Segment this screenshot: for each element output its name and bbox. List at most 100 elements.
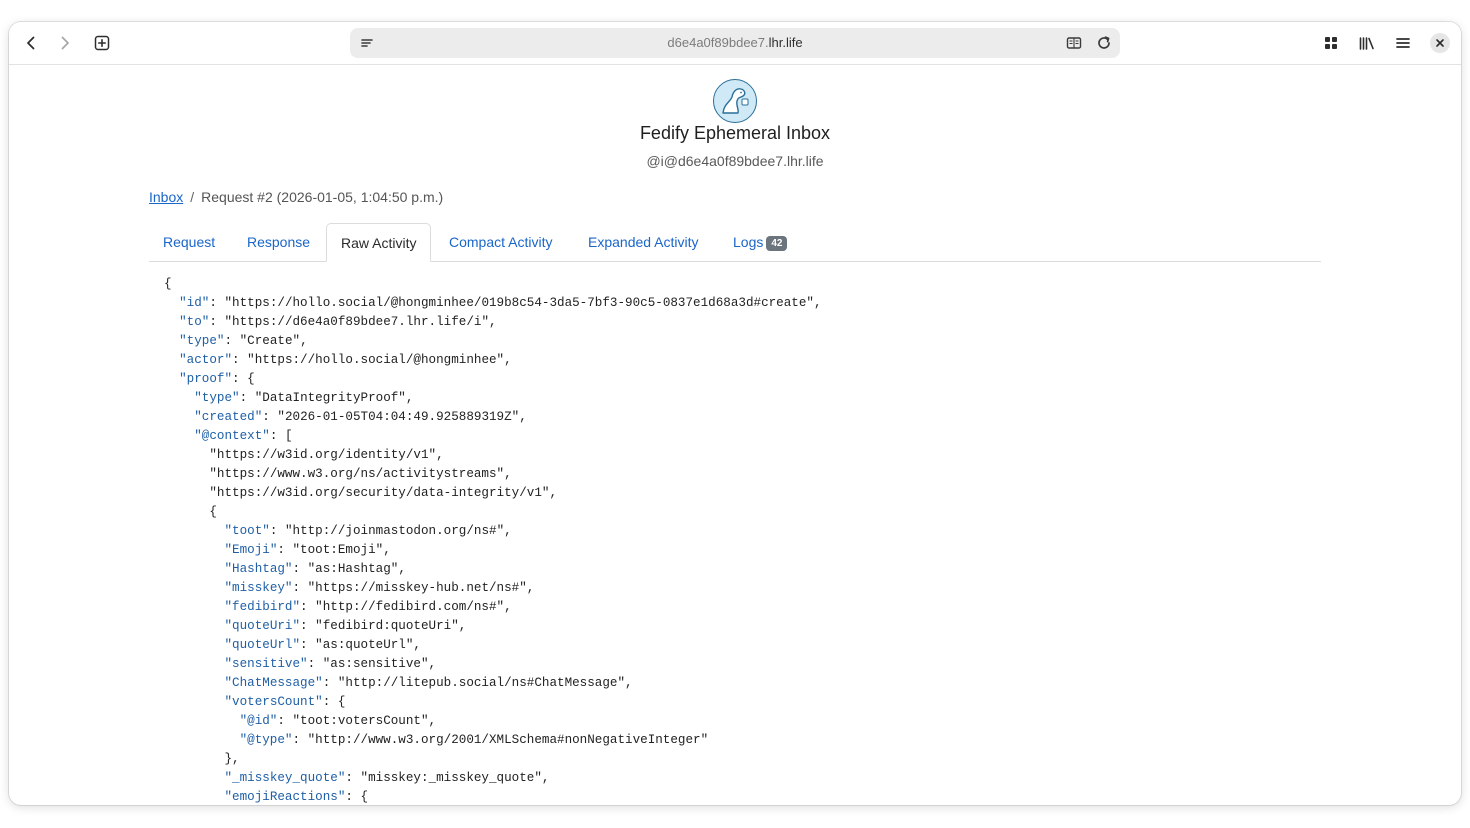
hamburger-menu-icon (1396, 38, 1410, 48)
json-key: "quoteUrl" (224, 638, 301, 652)
json-text: "https://www.w3.org/ns/activitystreams", (209, 467, 512, 481)
json-key: "created" (194, 410, 263, 424)
code-line: "votersCount": { (224, 695, 346, 709)
json-value: "https://hollo.social/@hongminhee/019b8c… (224, 296, 822, 310)
code-line: "to": "https://d6e4a0f89bdee7.lhr.life/i… (179, 315, 497, 329)
json-key: "Hashtag" (224, 562, 293, 576)
json-text: "https://w3id.org/security/data-integrit… (209, 486, 558, 500)
json-value: "DataIntegrityProof", (254, 391, 414, 405)
code-line: "type": "DataIntegrityProof", (194, 391, 414, 405)
json-key: "fedibird" (224, 600, 301, 614)
json-value: "http://www.w3.org/2001/XMLSchema#nonNeg… (307, 733, 709, 747)
code-line: "id": "https://hollo.social/@hongminhee/… (179, 296, 822, 310)
url-host: lhr.life (768, 35, 803, 50)
json-text: "https://w3id.org/identity/v1", (209, 448, 444, 462)
dinosaur-logo-icon (722, 88, 749, 114)
json-key: "proof" (179, 372, 233, 386)
json-key: "@id" (239, 714, 278, 728)
tab-logs[interactable]: Logs 42 (719, 223, 801, 260)
json-value: "https://d6e4a0f89bdee7.lhr.life/i", (224, 315, 497, 329)
page-title: Fedify Ephemeral Inbox (639, 123, 831, 143)
json-value: "fedibird:quoteUri", (315, 619, 467, 633)
code-line: "sensitive": "as:sensitive", (224, 657, 437, 671)
json-value: { (247, 372, 255, 386)
tab-request[interactable]: Request (149, 223, 229, 260)
tab-raw-activity[interactable]: Raw Activity (326, 223, 432, 262)
json-text: { (164, 277, 172, 291)
code-line: "@context": [ (194, 429, 293, 443)
main-menu-button[interactable] (1388, 28, 1418, 58)
json-value: "http://joinmastodon.org/ns#", (284, 524, 512, 538)
json-value: "as:quoteUrl", (315, 638, 421, 652)
json-value: "2026-01-05T04:04:49.925889319Z", (277, 410, 527, 424)
code-line: "actor": "https://hollo.social/@hongminh… (179, 353, 512, 367)
code-line: "Emoji": "toot:Emoji", (224, 543, 391, 557)
code-line: "misskey": "https://misskey-hub.net/ns#"… (224, 581, 535, 595)
json-key: "misskey" (224, 581, 293, 595)
new-tab-button[interactable] (87, 28, 117, 58)
code-line: "quoteUrl": "as:quoteUrl", (224, 638, 421, 652)
apps-button[interactable] (1316, 28, 1346, 58)
code-line: "proof": { (179, 372, 255, 386)
browser-window: d6e4a0f89bdee7.lhr.life Fedify Ephemeral… (9, 22, 1461, 805)
json-key: "sensitive" (224, 657, 308, 671)
code-line: "@id": "toot:votersCount", (239, 714, 437, 728)
json-key: "id" (179, 296, 210, 310)
json-value: "as:sensitive", (322, 657, 437, 671)
code-line: "Hashtag": "as:Hashtag", (224, 562, 406, 576)
json-key: "ChatMessage" (224, 676, 323, 690)
json-key: "type" (179, 334, 225, 348)
json-key: "_misskey_quote" (224, 771, 346, 785)
code-line: { (164, 275, 822, 294)
json-value: "toot:votersCount", (292, 714, 437, 728)
code-line: "https://www.w3.org/ns/activitystreams", (164, 465, 822, 484)
json-value: "https://misskey-hub.net/ns#", (307, 581, 535, 595)
json-value: "http://fedibird.com/ns#", (315, 600, 512, 614)
reload-icon[interactable] (1095, 34, 1113, 52)
breadcrumb: Inbox / Request #2 (2026-01-05, 1:04:50 p.… (149, 189, 443, 205)
code-line: "https://w3id.org/security/data-integrit… (164, 484, 822, 503)
json-key: "type" (194, 391, 240, 405)
tab-response[interactable]: Response (233, 223, 324, 260)
url-text[interactable]: d6e4a0f89bdee7.lhr.life (350, 28, 1120, 58)
tab-expanded-activity[interactable]: Expanded Activity (574, 223, 713, 260)
library-icon (1359, 37, 1374, 50)
json-value: "Create", (239, 334, 308, 348)
json-key: "to" (179, 315, 210, 329)
logs-count-badge: 42 (766, 236, 788, 251)
library-button[interactable] (1352, 28, 1382, 58)
code-line: "fedibird": "http://fedibird.com/ns#", (224, 600, 512, 614)
code-line: "_misskey_quote": "misskey:_misskey_quot… (224, 771, 550, 785)
code-line: { (164, 503, 822, 522)
json-key: "toot" (224, 524, 270, 538)
json-value: "misskey:_misskey_quote", (360, 771, 550, 785)
json-value: { (360, 790, 369, 804)
tab-compact-activity[interactable]: Compact Activity (435, 223, 566, 260)
inbox-handle: @i@d6e4a0f89bdee7.lhr.life (646, 153, 824, 169)
browser-toolbar: d6e4a0f89bdee7.lhr.life (9, 22, 1461, 65)
code-line: "@type": "http://www.w3.org/2001/XMLSche… (239, 733, 709, 747)
url-prefix: d6e4a0f89bdee7. (667, 35, 769, 50)
back-button[interactable] (16, 28, 46, 58)
breadcrumb-inbox-link[interactable]: Inbox (149, 189, 183, 205)
json-value: "as:Hashtag", (307, 562, 406, 576)
json-value: "toot:Emoji", (292, 543, 391, 557)
code-line: }, (164, 750, 822, 769)
chevron-left-icon (27, 36, 35, 50)
raw-activity-json: { "id": "https://hollo.social/@hongminhe… (164, 275, 822, 805)
close-window-button[interactable] (1430, 33, 1450, 53)
address-bar[interactable]: d6e4a0f89bdee7.lhr.life (350, 28, 1120, 58)
json-key: "actor" (179, 353, 233, 367)
json-key: "@context" (194, 429, 270, 443)
breadcrumb-current: Request #2 (2026-01-05, 1:04:50 p.m.) (201, 189, 444, 205)
page-content: Fedify Ephemeral Inbox @i@d6e4a0f89bdee7… (9, 65, 1461, 805)
json-text: { (209, 505, 217, 519)
json-value: "https://hollo.social/@hongminhee", (247, 353, 512, 367)
code-line: "toot": "http://joinmastodon.org/ns#", (224, 524, 512, 538)
forward-button[interactable] (50, 28, 80, 58)
reader-mode-icon[interactable] (1065, 34, 1083, 52)
json-key: "votersCount" (224, 695, 323, 709)
code-line: "created": "2026-01-05T04:04:49.92588931… (194, 410, 527, 424)
close-icon (1436, 39, 1444, 47)
new-tab-icon (94, 35, 110, 51)
